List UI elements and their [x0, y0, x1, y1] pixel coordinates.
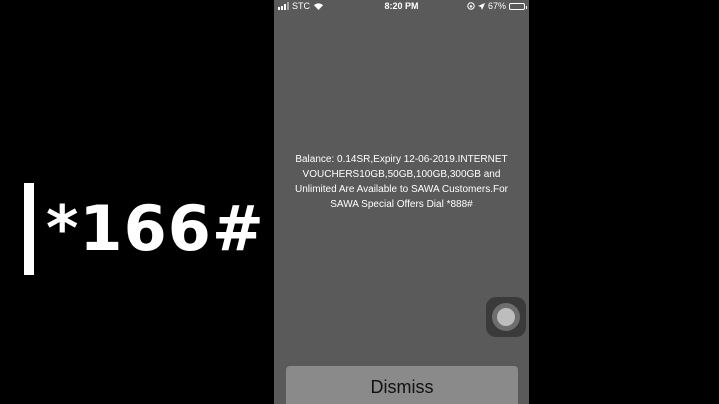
- location-icon: [477, 2, 485, 10]
- lock-rotation-icon: [467, 2, 475, 10]
- assistive-touch-icon[interactable]: [486, 297, 526, 337]
- status-bar: STC 8:20 PM 67%: [274, 0, 529, 12]
- status-right: 67%: [467, 0, 527, 12]
- dialed-code-overlay: *166#: [24, 181, 265, 276]
- phone-screen: STC 8:20 PM 67% Balance: 0.14SR,Expiry 1…: [274, 0, 529, 404]
- dismiss-button[interactable]: Dismiss: [286, 366, 518, 404]
- battery-icon: [509, 2, 527, 10]
- dialed-code: *166#: [46, 191, 265, 265]
- text-cursor: [24, 182, 34, 275]
- battery-percent: 67%: [487, 1, 506, 11]
- ussd-message: Balance: 0.14SR,Expiry 12-06-2019.INTERN…: [294, 154, 509, 210]
